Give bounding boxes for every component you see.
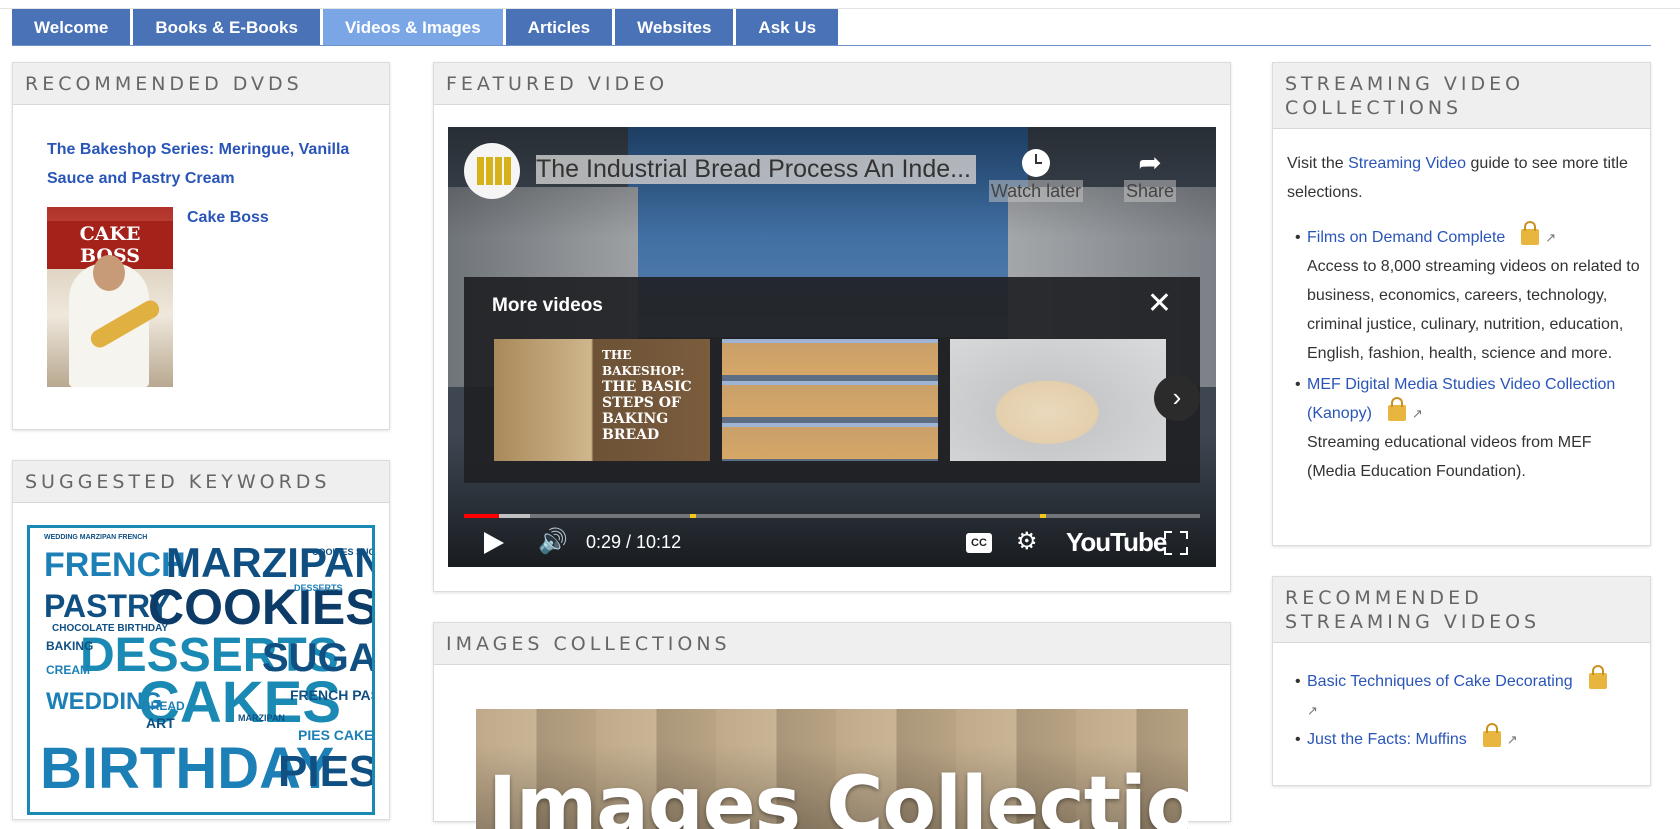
lock-icon	[1588, 665, 1607, 689]
related-video-thumbnail[interactable]: THE BAKESHOP: THE BASIC STEPS OF BAKING …	[494, 339, 710, 461]
images-collection-banner[interactable]: Images Collection	[476, 709, 1188, 829]
lock-icon	[1482, 723, 1501, 747]
recommended-streaming-videos-panel: Recommended Streaming Videos Basic Techn…	[1272, 576, 1651, 786]
volume-icon[interactable]: 🔊	[538, 527, 568, 557]
panel-heading: Images Collections	[434, 623, 1230, 665]
thumbnail-caption: THE BAKESHOP: THE BASIC STEPS OF BAKING …	[602, 347, 706, 443]
more-videos-title: More videos	[492, 295, 603, 316]
share-button[interactable]: ➦ Share	[1120, 145, 1180, 202]
panel-heading: Streaming Video Collections	[1273, 63, 1650, 129]
related-video-thumbnail[interactable]	[722, 339, 938, 461]
related-video-thumbnail[interactable]	[950, 339, 1166, 461]
cloud-word: FRENCH PASTRY	[290, 687, 372, 703]
cloud-word: CREAM	[46, 663, 90, 677]
tab-books-ebooks[interactable]: Books & E-Books	[133, 9, 320, 46]
mef-kanopy-link[interactable]: MEF Digital Media Studies Video Collecti…	[1307, 376, 1615, 422]
films-on-demand-link[interactable]: Films on Demand Complete	[1307, 229, 1505, 246]
lock-icon	[1521, 221, 1540, 245]
cloud-word: ART	[146, 715, 175, 731]
streaming-video-guide-link[interactable]: Streaming Video	[1348, 155, 1466, 172]
cloud-word: FRENCH	[44, 546, 186, 584]
time-display: 0:29 / 10:12	[586, 532, 682, 552]
list-item: Basic Techniques of Cake Decorating ↗	[1295, 665, 1643, 725]
list-item: MEF Digital Media Studies Video Collecti…	[1295, 370, 1643, 486]
images-collections-panel: Images Collections Images Collection	[433, 622, 1231, 829]
films-on-demand-description: Access to 8,000 streaming videos on rela…	[1307, 258, 1640, 362]
streaming-video-collections-panel: Streaming Video Collections Visit the St…	[1272, 62, 1651, 546]
clock-icon	[986, 145, 1086, 181]
youtube-logo[interactable]: YouTube	[1066, 527, 1167, 557]
panel-heading: Featured Video	[434, 63, 1230, 105]
lock-icon	[1387, 397, 1406, 421]
play-icon[interactable]	[484, 532, 504, 554]
cloud-word: BAKING	[46, 639, 94, 653]
close-icon[interactable]: ✕	[1147, 289, 1172, 319]
suggested-keywords-panel: Suggested Keywords FRENCH MARZIPAN PASTR…	[12, 460, 390, 820]
mef-kanopy-description: Streaming educational videos from MEF (M…	[1307, 434, 1592, 480]
external-link-icon[interactable]: ↗	[1507, 725, 1518, 754]
cloud-word: COOKIES SUGAR	[312, 547, 375, 557]
banner-title: Images Collection	[488, 761, 1188, 829]
video-title[interactable]: The Industrial Bread Process An Inde...	[536, 155, 976, 184]
cloud-word: CHOCOLATE BIRTHDAY	[52, 623, 169, 634]
watch-later-label: Watch later	[988, 180, 1084, 202]
external-link-icon[interactable]: ↗	[1412, 399, 1423, 428]
gear-icon[interactable]: ⚙	[1016, 527, 1038, 557]
cover-head-shape	[93, 255, 125, 291]
dvd-link-cake-boss[interactable]: Cake Boss	[187, 209, 269, 227]
tabs-underline	[12, 45, 1651, 46]
tab-articles[interactable]: Articles	[505, 9, 613, 46]
list-item: Just the Facts: Muffins ↗	[1295, 723, 1643, 754]
external-link-icon[interactable]: ↗	[1307, 696, 1318, 725]
tab-ask-us[interactable]: Ask Us	[736, 9, 839, 46]
progress-played	[464, 514, 499, 518]
panel-heading: Recommended DVDs	[13, 63, 389, 105]
external-link-icon[interactable]: ↗	[1545, 223, 1556, 252]
chapter-marker	[1040, 514, 1046, 518]
cloud-word: BREAD	[142, 699, 185, 713]
cloud-word: PIES	[278, 747, 375, 796]
share-icon: ➦	[1138, 147, 1162, 178]
intro-text-start: Visit the	[1287, 155, 1349, 172]
cake-boss-cover-image[interactable]: CAKE BOSS	[47, 207, 173, 387]
chapter-marker	[690, 514, 696, 518]
cloud-word: WEDDING MARZIPAN FRENCH	[44, 534, 148, 541]
channel-logo[interactable]	[464, 143, 520, 199]
fullscreen-icon[interactable]	[1164, 531, 1188, 555]
tab-videos-images[interactable]: Videos & Images	[322, 9, 503, 46]
streaming-collections-list: Films on Demand Complete ↗ Access to 8,00…	[1295, 221, 1643, 486]
cloud-word: PIES CAKES	[298, 727, 375, 743]
list-item: Films on Demand Complete ↗ Access to 8,00…	[1295, 221, 1643, 368]
cloud-word: DESSERTS	[294, 583, 343, 593]
cake-decorating-link[interactable]: Basic Techniques of Cake Decorating	[1307, 673, 1573, 690]
keyword-word-cloud: FRENCH MARZIPAN PASTRY COOKIES DESSERTS …	[27, 525, 375, 815]
youtube-player[interactable]: The Industrial Bread Process An Inde... …	[448, 127, 1216, 567]
tab-welcome[interactable]: Welcome	[12, 9, 131, 46]
captions-button[interactable]: CC	[966, 533, 992, 553]
watch-later-button[interactable]: Watch later	[986, 145, 1086, 202]
share-label: Share	[1123, 180, 1177, 202]
dvd-link-bakeshop[interactable]: The Bakeshop Series: Meringue, Vanilla S…	[47, 135, 377, 193]
streaming-intro: Visit the Streaming Video guide to see m…	[1287, 149, 1637, 207]
muffins-link[interactable]: Just the Facts: Muffins	[1307, 731, 1467, 748]
thumbnail-caption-small: THE BAKESHOP:	[602, 348, 685, 378]
recommended-streaming-list: Basic Techniques of Cake Decorating ↗ Jus…	[1295, 665, 1643, 754]
guide-tabs: Welcome Books & E-Books Videos & Images …	[12, 9, 841, 46]
featured-video-panel: Featured Video The Industrial Bread Proc…	[433, 62, 1231, 592]
progress-bar[interactable]	[464, 514, 1200, 518]
thumbnail-caption-main: THE BASIC STEPS OF BAKING BREAD	[602, 379, 692, 443]
recommended-dvds-panel: Recommended DVDs The Bakeshop Series: Me…	[12, 62, 390, 430]
panel-heading: Suggested Keywords	[13, 461, 389, 503]
more-videos-overlay: More videos ✕ THE BAKESHOP: THE BASIC ST…	[464, 277, 1200, 483]
tab-websites[interactable]: Websites	[615, 9, 734, 46]
panel-heading: Recommended Streaming Videos	[1273, 577, 1650, 643]
chevron-right-icon[interactable]: ›	[1154, 375, 1200, 421]
cloud-word: MARZIPAN	[238, 713, 285, 723]
